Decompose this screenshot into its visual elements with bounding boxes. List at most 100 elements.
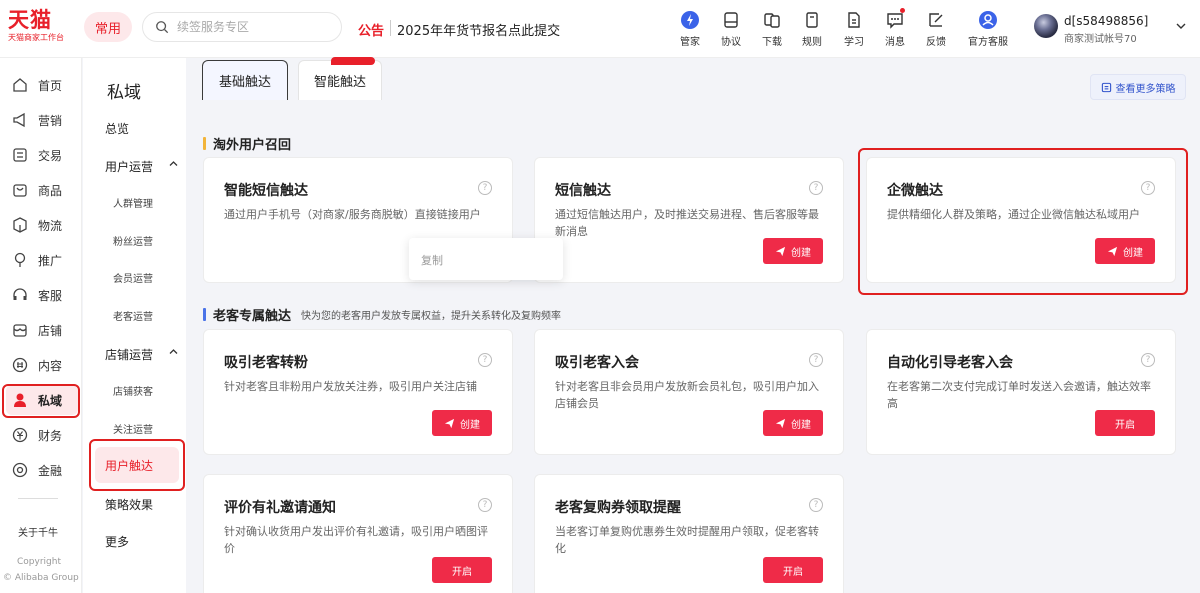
sidebar-item-marketing[interactable]: 营销	[6, 105, 78, 135]
common-button[interactable]: 常用	[84, 12, 132, 42]
card-attract-fans: 吸引老客转粉 ? 针对老客且非粉用户发放关注券，吸引用户关注店铺 创建	[203, 329, 513, 455]
about-qianniu-link[interactable]: 关于千牛	[18, 524, 58, 539]
create-sms-button[interactable]: 创建	[763, 238, 823, 264]
help-icon[interactable]: ?	[478, 181, 492, 195]
enable-auto-member-button[interactable]: 开启	[1095, 410, 1155, 436]
top-header: 天猫 天猫商家工作台 常用 公告 2025年年货节报名点此提交 管家 协议 下载…	[0, 0, 1200, 58]
product-icon	[13, 184, 27, 197]
nav-butler[interactable]: 管家	[670, 10, 710, 48]
help-icon[interactable]: ?	[478, 353, 492, 367]
new-badge	[331, 57, 375, 65]
butler-icon	[681, 11, 699, 29]
store-icon	[13, 324, 27, 337]
sidebar-item-product[interactable]: 商品	[6, 175, 78, 205]
notice-divider	[390, 20, 391, 36]
tab-basic-reach[interactable]: 基础触达	[202, 60, 288, 100]
copy-popup[interactable]: 复制	[409, 238, 563, 280]
logistics-icon	[13, 217, 27, 233]
tmall-logo[interactable]: 天猫 天猫商家工作台	[8, 8, 74, 44]
banking-icon	[12, 462, 28, 478]
search-box[interactable]	[142, 12, 342, 42]
sidebar-divider	[18, 498, 58, 499]
sidebar-item-home[interactable]: 首页	[6, 70, 78, 100]
help-icon[interactable]: ?	[1141, 181, 1155, 195]
tab-smart-reach[interactable]: 智能触达	[298, 57, 382, 100]
sidebar-item-logistics[interactable]: 物流	[6, 210, 78, 240]
sidebar-item-private-domain[interactable]: 私域	[6, 385, 78, 415]
chevron-up-icon[interactable]	[169, 348, 178, 355]
home-icon	[13, 78, 27, 92]
trade-icon	[13, 148, 27, 162]
sidebar-item-service[interactable]: 客服	[6, 280, 78, 310]
help-icon[interactable]: ?	[809, 353, 823, 367]
sidebar-item-finance[interactable]: 财务	[6, 420, 78, 450]
customer-service-icon	[979, 11, 997, 29]
notice-link[interactable]: 2025年年货节报名点此提交	[397, 20, 560, 39]
search-icon	[156, 21, 169, 34]
nav-message[interactable]: 消息	[875, 8, 915, 48]
subnav-more[interactable]: 更多	[105, 533, 129, 550]
content-icon	[12, 357, 28, 373]
nav-learning[interactable]: 学习	[834, 10, 874, 48]
subnav-overview[interactable]: 总览	[105, 120, 129, 137]
subnav-follow[interactable]: 关注运营	[113, 421, 153, 436]
subnav-store-acquire[interactable]: 店铺获客	[113, 383, 153, 398]
create-member-button[interactable]: 创建	[763, 410, 823, 436]
section-old-customer: 老客专属触达 快为您的老客用户发放专属权益，提升关系转化及复购频率	[203, 305, 561, 324]
user-account-label: 商家测试帐号70	[1064, 34, 1137, 45]
main-sidebar: 首页 营销 交易 商品 物流 推广 客服 店铺 内容 私域 财务 金融 关于千牛…	[0, 58, 82, 593]
nav-agreement[interactable]: 协议	[711, 10, 751, 48]
marketing-icon	[13, 112, 25, 128]
sidebar-item-promotion[interactable]: 推广	[6, 245, 78, 275]
feedback-icon	[929, 13, 943, 27]
send-icon	[775, 418, 786, 428]
card-wecom: 企微触达 ? 提供精细化人群及策略，通过企业微信触达私域用户 创建	[866, 157, 1176, 283]
subnav-store-ops[interactable]: 店铺运营	[105, 346, 153, 363]
nav-rules[interactable]: 规则	[792, 10, 832, 48]
chevron-down-icon[interactable]	[1176, 22, 1186, 30]
more-strategy-button[interactable]: 查看更多策略	[1090, 74, 1186, 100]
card-attract-member: 吸引老客入会 ? 针对老客且非会员用户发放新会员礼包，吸引用户加入店铺会员 创建	[534, 329, 844, 455]
private-domain-icon	[14, 393, 26, 407]
strategy-icon	[1101, 82, 1111, 92]
rules-icon	[806, 12, 818, 28]
search-input[interactable]	[177, 20, 327, 34]
sidebar-item-store[interactable]: 店铺	[6, 315, 78, 345]
nav-feedback[interactable]: 反馈	[916, 10, 956, 48]
sidebar-item-trade[interactable]: 交易	[6, 140, 78, 170]
card-repurchase-coupon: 老客复购券领取提醒 ? 当老客订单复购优惠券生效时提醒用户领取，促老客转化 开启	[534, 474, 844, 593]
subnav-title: 私域	[107, 83, 141, 103]
message-icon	[887, 13, 903, 29]
subnav-crowd[interactable]: 人群管理	[113, 195, 153, 210]
send-icon	[1107, 246, 1118, 256]
help-icon[interactable]: ?	[809, 181, 823, 195]
subnav-user-ops[interactable]: 用户运营	[105, 158, 153, 175]
subnav-old-customer[interactable]: 老客运营	[113, 308, 153, 323]
card-auto-member: 自动化引导老客入会 ? 在老客第二次支付完成订单时发送入会邀请，触达效率高 开启	[866, 329, 1176, 455]
card-sms: 短信触达 ? 通过短信触达用户，及时推送交易进程、售后客服等最新消息 创建	[534, 157, 844, 283]
subnav-fans[interactable]: 粉丝运营	[113, 233, 153, 248]
nav-official-service[interactable]: 官方客服	[962, 10, 1014, 48]
subnav-strategy[interactable]: 策略效果	[105, 496, 153, 513]
user-name: d[s58498856]	[1064, 14, 1149, 28]
unread-dot	[900, 8, 905, 13]
subnav-member[interactable]: 会员运营	[113, 270, 153, 285]
logo-subtitle: 天猫商家工作台	[8, 33, 64, 42]
agreement-icon	[724, 12, 738, 28]
create-fans-button[interactable]: 创建	[432, 410, 492, 436]
help-icon[interactable]: ?	[1141, 353, 1155, 367]
enable-review-button[interactable]: 开启	[432, 557, 492, 583]
logo-text: 天猫	[8, 8, 52, 32]
help-icon[interactable]: ?	[478, 498, 492, 512]
enable-coupon-button[interactable]: 开启	[763, 557, 823, 583]
secondary-nav: 私域 总览 用户运营 人群管理 粉丝运营 会员运营 老客运营 店铺运营 店铺获客…	[83, 58, 186, 593]
create-wecom-button[interactable]: 创建	[1095, 238, 1155, 264]
subnav-user-reach[interactable]: 用户触达	[95, 447, 179, 483]
download-icon	[764, 13, 780, 28]
company-label: © Alibaba Group	[3, 573, 79, 583]
help-icon[interactable]: ?	[809, 498, 823, 512]
sidebar-item-content[interactable]: 内容	[6, 350, 78, 380]
chevron-up-icon[interactable]	[169, 160, 178, 167]
sidebar-item-banking[interactable]: 金融	[6, 455, 78, 485]
nav-download[interactable]: 下载	[752, 10, 792, 48]
